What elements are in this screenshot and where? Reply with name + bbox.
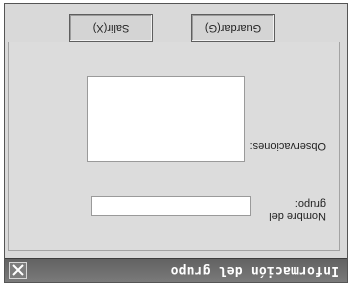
observaciones-label: Observaciones: [249, 140, 326, 152]
form-panel: Nombre del grupo: Observaciones: [8, 12, 340, 251]
guardar-button[interactable]: Guardar(G) [191, 14, 275, 42]
salir-button[interactable]: Salir(X) [69, 14, 153, 42]
nombre-input[interactable] [91, 196, 251, 216]
close-icon [12, 264, 24, 277]
button-bar: Guardar(G) Salir(X) [8, 12, 340, 42]
observaciones-textarea[interactable] [87, 76, 245, 162]
title-bar[interactable]: Información del grupo [5, 258, 347, 282]
dialog-window: Información del grupo Nombre del grupo: … [4, 3, 348, 283]
rotated-stage: Información del grupo Nombre del grupo: … [0, 0, 349, 283]
window-title: Información del grupo [170, 263, 339, 278]
close-button[interactable] [9, 262, 27, 279]
nombre-label: Nombre del grupo: [269, 198, 326, 222]
